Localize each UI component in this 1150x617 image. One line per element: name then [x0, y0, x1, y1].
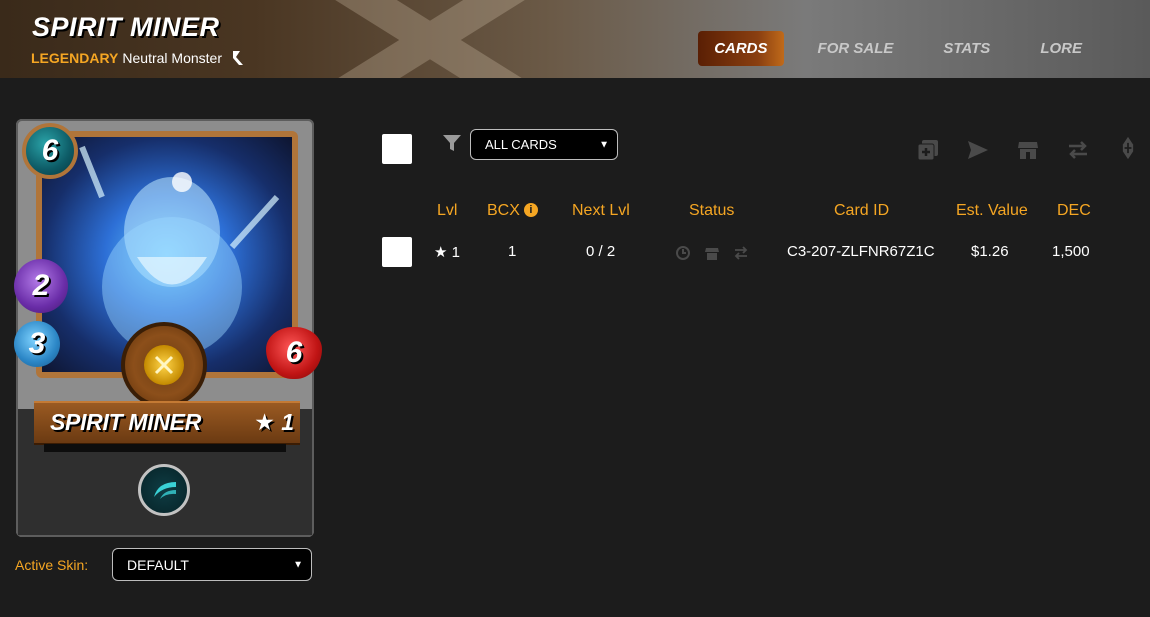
- active-skin-select[interactable]: DEFAULT ▼: [112, 548, 312, 581]
- column-header-est-value: Est. Value: [956, 202, 1028, 219]
- cell-dec: 1,500: [1052, 243, 1090, 260]
- card-filter-value: ALL CARDS: [485, 137, 557, 152]
- card-name-banner: SPIRIT MINER ★ 1: [34, 401, 300, 445]
- sneak-ability-icon[interactable]: [138, 464, 190, 516]
- cell-card-id[interactable]: C3-207-ZLFNR67Z1C: [787, 243, 935, 260]
- column-header-lvl: Lvl: [437, 202, 458, 219]
- transfer-icon[interactable]: [1066, 138, 1090, 162]
- column-header-bcx-label: BCX: [487, 202, 520, 219]
- mana-stat: 6: [22, 123, 78, 179]
- active-skin-value: DEFAULT: [127, 556, 189, 573]
- cell-est-value: $1.26: [971, 243, 1009, 260]
- combine-icon[interactable]: [916, 138, 940, 162]
- cell-lvl: ★ 1: [434, 244, 460, 261]
- tab-stats[interactable]: STATS: [927, 31, 1006, 66]
- chevron-down-icon: ▼: [293, 559, 303, 570]
- column-header-dec: DEC: [1057, 202, 1091, 219]
- clock-icon: [676, 246, 690, 260]
- send-icon[interactable]: [966, 138, 990, 162]
- tab-bar: CARDS FOR SALE STATS LORE: [680, 31, 1098, 66]
- header: SPIRIT MINER LEGENDARY Neutral Monster C…: [0, 0, 1150, 78]
- column-header-status: Status: [689, 202, 735, 219]
- tab-for-sale[interactable]: FOR SALE: [802, 31, 910, 66]
- select-all-checkbox[interactable]: [382, 134, 412, 164]
- monster-card: 6 2 3 6 SPIRIT MINER ★ 1: [14, 119, 322, 537]
- column-header-card-id: Card ID: [834, 202, 890, 219]
- card-type-label: Neutral Monster: [122, 50, 222, 66]
- cell-next-lvl: 0 / 2: [586, 243, 616, 260]
- row-checkbox[interactable]: [382, 237, 412, 267]
- edition-icon: [232, 51, 243, 65]
- card-name: SPIRIT MINER: [50, 409, 202, 435]
- speed-stat: 3: [14, 321, 60, 367]
- card-filter-select[interactable]: ALL CARDS ▼: [470, 129, 618, 160]
- market-icon: [705, 248, 719, 260]
- tab-cards[interactable]: CARDS: [698, 31, 784, 66]
- neutral-element-shield: [121, 322, 207, 408]
- burn-icon[interactable]: [1116, 136, 1140, 160]
- neutral-element-icon: [144, 345, 184, 385]
- market-icon[interactable]: [1016, 138, 1040, 162]
- column-header-next-lvl: Next Lvl: [572, 202, 630, 219]
- crossed-pickaxes-decoration: [335, 0, 525, 78]
- health-stat: 6: [266, 327, 322, 379]
- filter-icon: [443, 135, 461, 151]
- rarity-label: LEGENDARY: [31, 50, 119, 66]
- info-icon[interactable]: i: [523, 203, 538, 217]
- card-subtitle: LEGENDARY Neutral Monster: [31, 49, 246, 67]
- page-title: SPIRIT MINER: [32, 12, 220, 42]
- chevron-down-icon: ▼: [599, 139, 609, 150]
- card-level: ★ 1: [254, 409, 294, 435]
- tab-lore[interactable]: LORE: [1024, 31, 1098, 66]
- magic-attack-stat: 2: [14, 259, 68, 313]
- active-skin-label: Active Skin:: [15, 557, 89, 573]
- transfer-icon: [734, 246, 748, 260]
- column-header-bcx: BCX i: [487, 202, 538, 220]
- card-text-bar: [44, 444, 286, 452]
- cell-bcx: 1: [508, 243, 517, 260]
